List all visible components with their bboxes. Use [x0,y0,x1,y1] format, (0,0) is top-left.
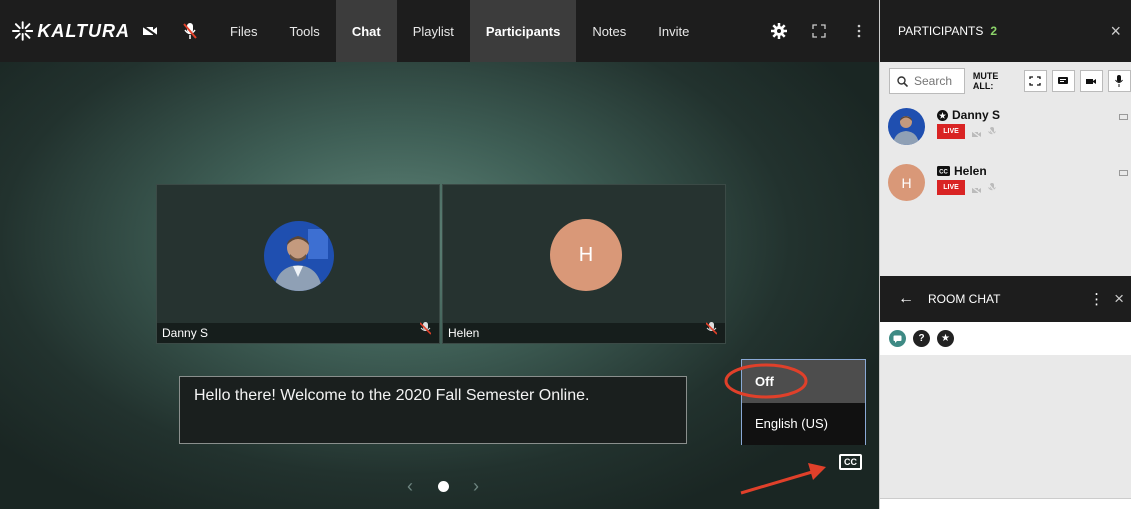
tab-invite[interactable]: Invite [642,0,705,62]
chat-back-button[interactable]: ← [898,290,914,308]
search-input[interactable] [914,74,962,88]
carousel-next-button[interactable]: › [469,476,483,497]
mic-muted-icon [183,23,197,39]
search-box [889,68,965,94]
settings-button[interactable] [759,0,799,62]
participant-name-text: Helen [954,164,987,178]
mute-all-chat-button[interactable] [1051,70,1075,92]
participant-row-danny[interactable]: Danny S LIVE [880,102,1131,154]
top-toolbar: KALTURA Files Tools Chat Playlist Partic… [0,0,879,62]
svg-text:CC: CC [939,170,948,176]
chat-tab-starred[interactable]: ★ [937,330,954,347]
camera-off-icon [971,182,982,200]
participants-count: 2 [990,24,998,38]
tab-playlist[interactable]: Playlist [397,0,470,62]
participants-title: PARTICIPANTS [898,24,984,38]
video-stage: Danny S H Helen Hello there! Welcome to … [0,62,879,509]
logo-text: KALTURA [37,20,130,41]
mic-muted-icon [705,322,718,340]
search-icon [897,75,908,87]
chat-input-area[interactable] [880,498,1131,509]
video-tile-helen[interactable]: H Helen [442,184,726,344]
tab-participants[interactable]: Participants [469,0,577,62]
participants-list: Danny S LIVE H CC Helen LIVE [880,98,1131,276]
chat-tab-questions[interactable]: ? [913,330,930,347]
carousel-pager: ‹ › [403,474,483,498]
tab-notes[interactable]: Notes [576,0,642,62]
participant-name-text: Danny S [952,108,1001,122]
caption-box: Hello there! Welcome to the 2020 Fall Se… [179,376,687,444]
chat-title: ROOM CHAT [928,292,1001,306]
chat-message-area [880,355,1131,498]
participant-options-icon[interactable] [1119,170,1128,176]
mute-all-screen-button[interactable] [1023,70,1047,92]
camera-icon [1086,78,1097,84]
camera-off-icon [142,25,158,37]
chat-tab-messages[interactable] [889,330,906,347]
avatar-photo [264,221,334,291]
camera-off-icon [971,126,982,144]
avatar: H [888,164,925,201]
participant-name: Danny S [937,108,1000,122]
caption-option-english[interactable]: English (US) [742,403,865,445]
mute-all-camera-button[interactable] [1079,70,1103,92]
chat-icon [1058,77,1069,84]
chat-bubble-icon [893,335,902,343]
chat-tabs: ? ★ [880,322,1131,355]
gear-icon [771,23,787,39]
live-badge: LIVE [937,124,965,139]
more-options-button[interactable] [839,0,879,62]
participant-name: CC Helen [937,164,987,178]
kaltura-meeting-app: KALTURA Files Tools Chat Playlist Partic… [0,0,1131,509]
participant-row-helen[interactable]: H CC Helen LIVE [880,158,1131,210]
closed-captions-button[interactable]: CC [839,454,862,470]
mute-all-mic-button[interactable] [1107,70,1131,92]
avatar-photo [888,108,925,145]
tab-tools[interactable]: Tools [273,0,335,62]
caption-language-menu: Off English (US) [741,359,866,445]
participants-header: PARTICIPANTS 2 × [880,0,1131,62]
carousel-dot[interactable] [437,480,449,492]
tile-name-label: Helen [443,323,725,343]
avatar [264,221,334,291]
camera-off-button[interactable] [130,0,170,62]
mic-icon [1115,75,1124,87]
participants-close-button[interactable]: × [1110,21,1121,42]
mic-off-icon [987,181,997,199]
chat-close-button[interactable]: × [1114,289,1124,309]
carousel-prev-button[interactable]: ‹ [403,476,417,497]
mute-all-label: MUTE ALL: [972,71,999,91]
live-badge: LIVE [937,180,965,195]
fullscreen-icon [812,24,826,38]
chat-header: ← ROOM CHAT ⋮ × [880,276,1131,322]
tab-files[interactable]: Files [214,0,273,62]
kaltura-logo: KALTURA [0,21,130,42]
mic-off-icon [987,125,997,143]
participants-toolbar: MUTE ALL: [880,63,1131,99]
caption-option-off[interactable]: Off [742,360,865,403]
avatar [888,108,925,145]
video-tile-danny[interactable]: Danny S [156,184,440,344]
tile-name-label: Danny S [157,323,439,343]
mic-muted-icon [419,322,432,340]
cc-icon: CC [937,166,950,176]
fullscreen-button[interactable] [799,0,839,62]
kaltura-logo-icon [12,21,34,41]
screen-share-icon [1029,76,1042,86]
tab-chat[interactable]: Chat [335,0,397,62]
side-panel: PARTICIPANTS 2 × MUTE ALL: [879,0,1131,509]
toolbar-right-group [759,0,879,62]
chat-menu-button[interactable]: ⋮ [1089,290,1104,308]
kebab-menu-icon [857,24,861,38]
mic-muted-button[interactable] [170,0,210,62]
host-star-icon [937,109,948,121]
participant-options-icon[interactable] [1119,114,1128,120]
avatar: H [550,219,622,291]
